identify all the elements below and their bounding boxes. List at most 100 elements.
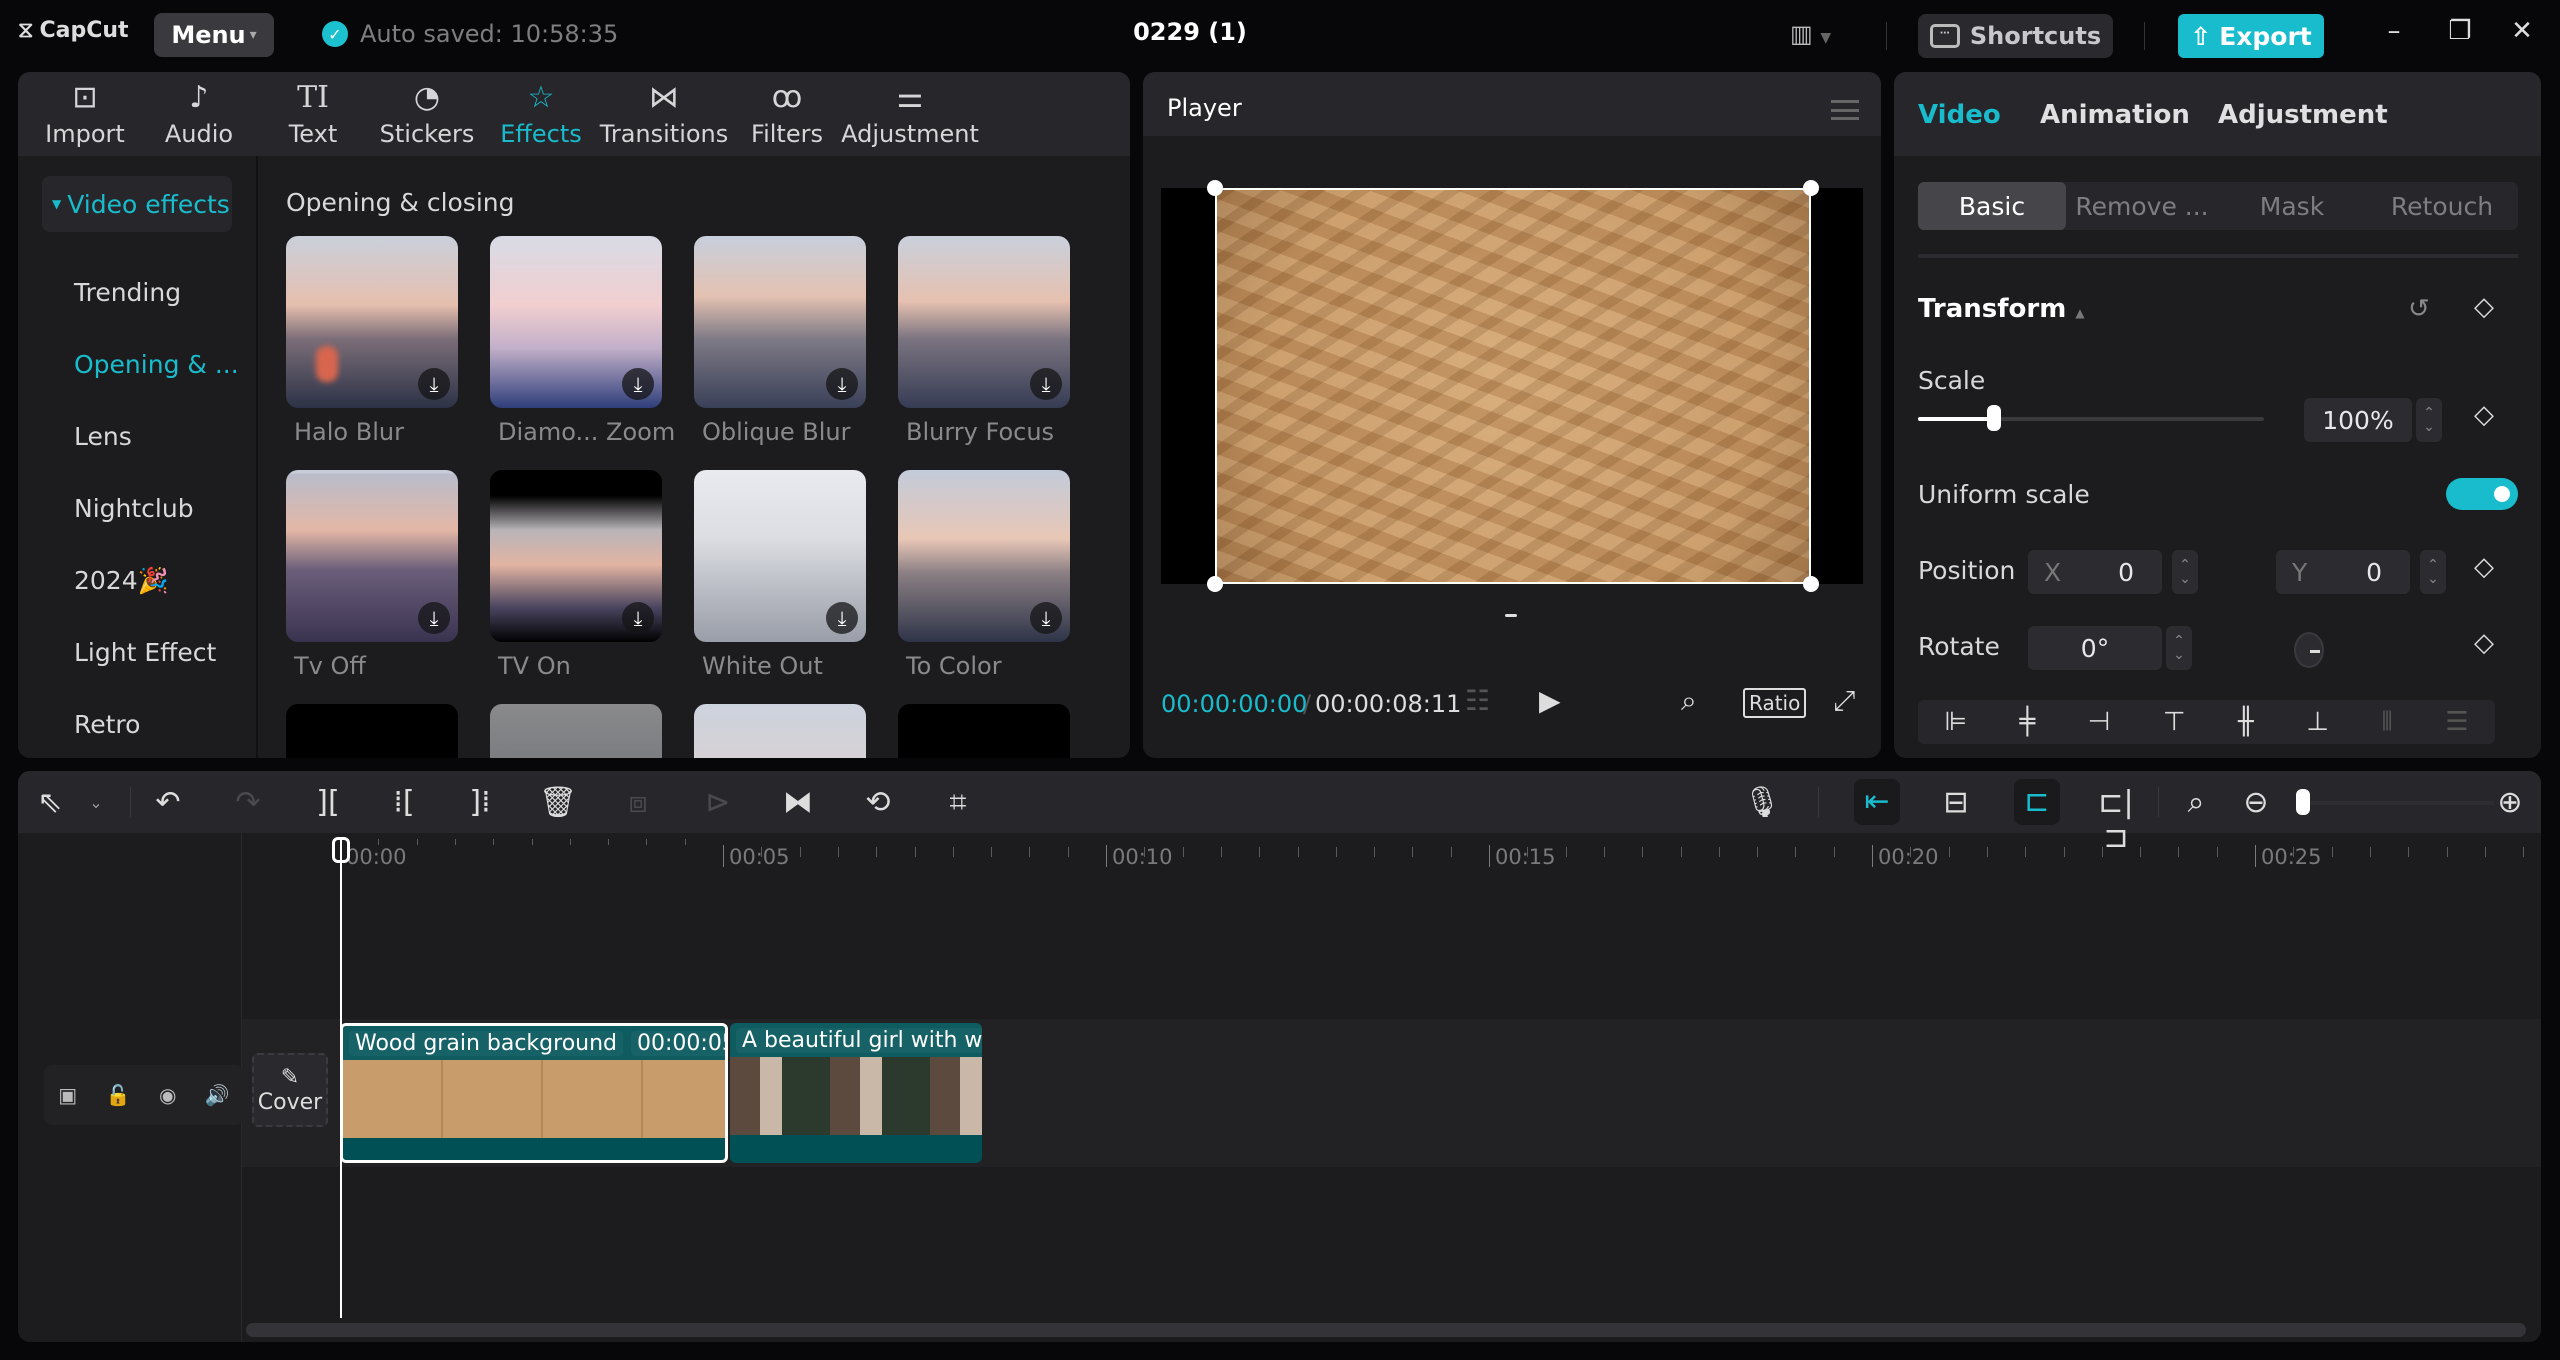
effect-thumb-oblique-blur[interactable]: ⤓ [694,236,866,408]
scale-keyframe-button[interactable]: ◇ [2474,400,2494,430]
resize-handle[interactable] [1803,180,1819,196]
keyframe-button[interactable]: ◇ [2474,292,2494,322]
playhead[interactable] [340,837,342,1318]
rotate-keyframe-button[interactable]: ◇ [2474,628,2494,658]
reverse-button[interactable]: ⊳ [698,785,738,820]
align-bottom-icon[interactable]: ⊥ [2306,707,2329,737]
category-retro[interactable]: Retro [74,710,140,739]
tab-stickers[interactable]: ◔ Stickers [370,72,484,156]
layout-button[interactable]: ▥ ▼ [1790,20,1831,48]
align-center-h-icon[interactable]: ╪ [2019,707,2035,737]
effect-thumb[interactable] [694,704,866,758]
category-light-effect[interactable]: Light Effect [74,638,216,667]
select-tool-button[interactable]: ⇖ [30,785,70,820]
mirror-button[interactable]: ⧓ [778,785,818,820]
clip-wood-grain[interactable]: Wood grain background 00:00:05:0 [340,1023,728,1163]
main-track-magnet-button[interactable]: ⇤ [1854,779,1900,825]
redo-button[interactable]: ↷ [228,785,268,820]
rotate-stepper[interactable]: ⌃ ⌄ [2166,626,2192,670]
category-nightclub[interactable]: Nightclub [74,494,194,523]
timeline-horizontal-scrollbar[interactable] [246,1323,2526,1337]
subtab-basic[interactable]: Basic [1918,182,2066,230]
resize-handle[interactable] [1803,576,1819,592]
rotate-clip-button[interactable]: ⟲ [858,785,898,820]
download-icon[interactable]: ⤓ [622,602,654,634]
scale-stepper[interactable]: ⌃ ⌄ [2416,398,2442,442]
download-icon[interactable]: ⤓ [418,368,450,400]
subtab-retouch[interactable]: Retouch [2368,182,2516,230]
export-button[interactable]: ⇧ Export [2178,14,2324,58]
effect-thumb-white-out[interactable]: ⤓ [694,470,866,642]
rotate-handle[interactable] [1505,614,1517,617]
zoom-preview-button[interactable]: ⌕ [1681,684,1697,718]
freeze-button[interactable]: ⧈ [618,785,658,820]
zoom-in-button[interactable]: ⊕ [2490,785,2530,820]
restore-button[interactable]: ❐ [2440,16,2480,46]
distribute-h-icon[interactable]: ⦀ [2381,707,2392,738]
eye-icon[interactable]: ◉ [159,1083,176,1107]
rotate-dial[interactable] [2294,632,2324,668]
download-icon[interactable]: ⤓ [826,602,858,634]
split-button[interactable]: ][ [308,785,348,820]
reset-button[interactable]: ↺ [2408,294,2430,324]
transform-section-title[interactable]: Transform ▲ [1918,294,2085,324]
position-y-input[interactable]: Y 0 [2276,550,2410,594]
position-keyframe-button[interactable]: ◇ [2474,552,2494,582]
ratio-button[interactable]: Ratio [1743,688,1807,718]
subtab-remove-background[interactable]: Remove ... [2068,182,2216,230]
download-icon[interactable]: ⤓ [826,368,858,400]
speaker-icon[interactable]: 🔊 [205,1083,230,1107]
tab-text[interactable]: TI Text [256,72,370,156]
tab-filters[interactable]: ꝏ Filters [730,72,844,156]
download-icon[interactable]: ⤓ [1030,368,1062,400]
category-2024[interactable]: 2024🎉 [74,566,169,596]
delete-button[interactable]: 🗑 [538,785,578,820]
align-center-v-icon[interactable]: ╫ [2238,707,2254,737]
tab-import[interactable]: ⊡ Import [28,72,142,156]
resize-handle[interactable] [1207,576,1223,592]
tab-adjustment-props[interactable]: Adjustment [2218,100,2388,130]
zoom-out-button[interactable]: ⊖ [2236,785,2276,820]
align-right-icon[interactable]: ⊣ [2088,707,2111,737]
auto-snapping-button[interactable]: ⊟ [1936,785,1976,820]
waveform-icon[interactable]: ☷ [1465,684,1490,717]
effect-thumb[interactable] [898,704,1070,758]
effect-thumb[interactable] [286,704,458,758]
tab-effects[interactable]: ☆ Effects [484,72,598,156]
clip-beautiful-girl[interactable]: A beautiful girl with wa [730,1023,982,1163]
position-x-input[interactable]: X 0 [2028,550,2162,594]
select-tool-dropdown[interactable]: ⌄ [76,793,116,812]
linkage-button[interactable]: ⊏ [2014,779,2060,825]
lock-icon[interactable]: 🔓 [106,1083,131,1107]
fullscreen-button[interactable]: ⤢ [1833,684,1855,718]
effect-thumb-halo-blur[interactable]: ⤓ [286,236,458,408]
playhead-handle[interactable] [332,837,350,863]
menu-button[interactable]: Menu ▾ [154,13,274,57]
position-x-stepper[interactable]: ⌃ ⌄ [2172,550,2198,594]
timeline-zoom-handle[interactable] [2296,789,2310,815]
rotate-input[interactable]: 0° [2028,626,2162,670]
crop-button[interactable]: ⌗ [938,785,978,820]
tab-adjustment[interactable]: ⚌ Adjustment [841,72,979,156]
player-menu-icon[interactable] [1831,100,1859,120]
resize-handle[interactable] [1207,180,1223,196]
close-button[interactable]: ✕ [2502,16,2542,46]
effect-thumb-diamond-zoom[interactable]: ⤓ [490,236,662,408]
effect-thumb-tv-on[interactable]: ⤓ [490,470,662,642]
category-trending[interactable]: Trending [74,278,181,307]
subtab-mask[interactable]: Mask [2218,182,2366,230]
split-right-button[interactable]: ]⁞ [460,785,500,820]
split-left-button[interactable]: ⁞[ [384,785,424,820]
download-icon[interactable]: ⤓ [622,368,654,400]
align-left-icon[interactable]: ⊫ [1944,707,1967,737]
record-audio-button[interactable]: 🎙 [1742,785,1782,820]
scale-slider[interactable] [1918,405,2264,431]
category-lens[interactable]: Lens [74,422,132,451]
effect-thumb[interactable] [490,704,662,758]
effect-thumb-to-color[interactable]: ⤓ [898,470,1070,642]
download-icon[interactable]: ⤓ [418,602,450,634]
undo-button[interactable]: ↶ [148,785,188,820]
uniform-scale-toggle[interactable] [2446,478,2518,510]
distribute-v-icon[interactable]: ☰ [2445,707,2468,737]
tab-audio[interactable]: ♪ Audio [142,72,256,156]
